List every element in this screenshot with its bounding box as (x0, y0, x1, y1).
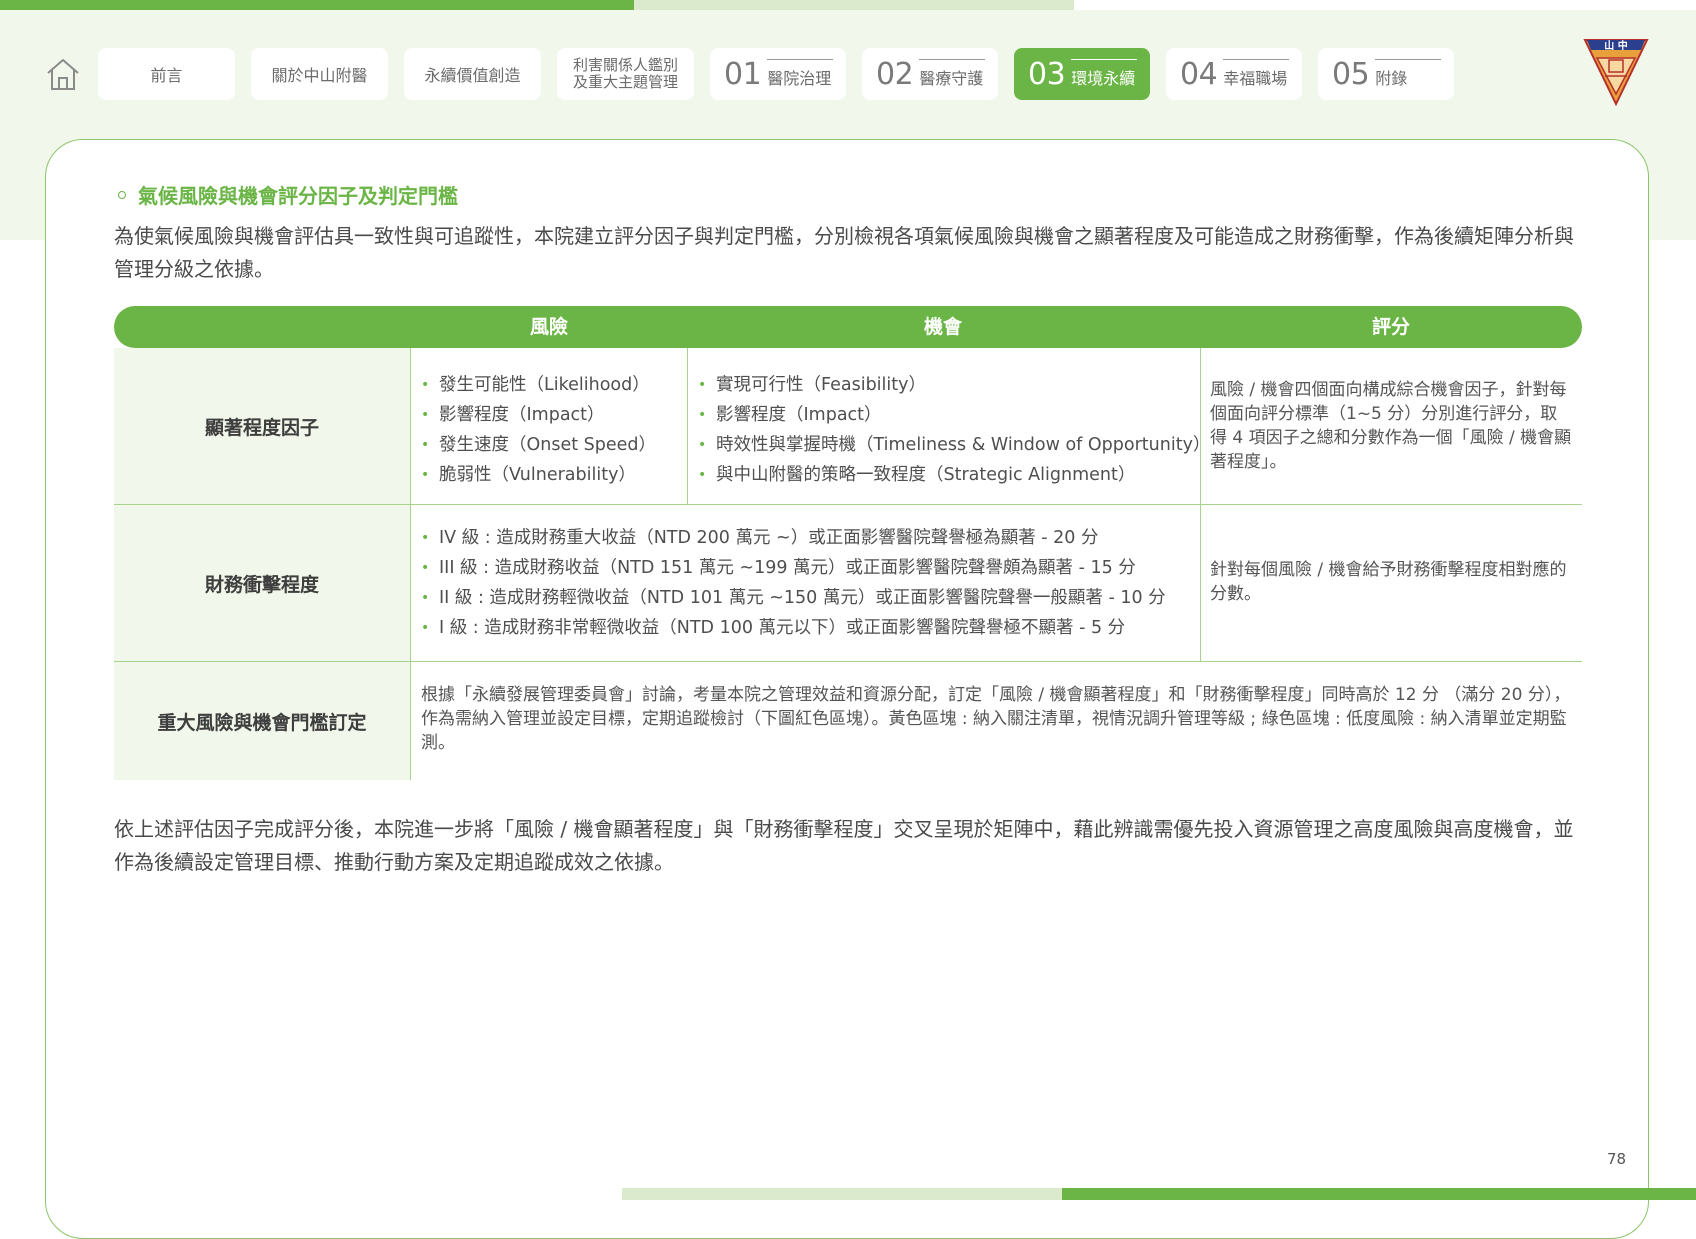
row-label: 顯著程度因子 (114, 348, 411, 504)
list-item: 實現可行性（Feasibility） (698, 370, 1200, 400)
hospital-logo[interactable]: 山 中 (1583, 36, 1649, 106)
home-button[interactable] (44, 54, 82, 94)
chapter-nav: 前言 關於中山附醫 永續價值創造 利害關係人鑑別 及重大主題管理 01 醫院治理… (44, 48, 1470, 100)
table-row: 重大風險與機會門檻訂定 根據「永續發展管理委員會」討論，考量本院之管理效益和資源… (114, 662, 1582, 780)
outro-paragraph: 依上述評估因子完成評分後，本院進一步將「風險 / 機會顯著程度」與「財務衝擊程度… (114, 817, 1574, 874)
score-note: 風險 / 機會四個面向構成綜合機會因子，針對每個面向評分標準（1~5 分）分別進… (1210, 380, 1572, 472)
top-accent-bar (0, 0, 634, 10)
tab-chapter-02[interactable]: 02 醫療守護 (862, 48, 998, 100)
tab-sustainable-value[interactable]: 永續價值創造 (404, 48, 541, 100)
table-row: 顯著程度因子 發生可能性（Likelihood） 影響程度（Impact） 發生… (114, 348, 1582, 505)
tab-rule (767, 59, 834, 60)
list-item: II 級 : 造成財務輕微收益（NTD 101 萬元 ~150 萬元）或正面影響… (421, 583, 1200, 613)
tab-label: 環境永續 (1071, 69, 1136, 88)
tab-rule (1223, 59, 1290, 60)
logo-text: 山 中 (1604, 39, 1627, 52)
tab-about[interactable]: 關於中山附醫 (251, 48, 388, 100)
list-item: 發生速度（Onset Speed） (421, 430, 687, 460)
tab-chapter-04[interactable]: 04 幸福職場 (1166, 48, 1302, 100)
section-heading: 氣候風險與機會評分因子及判定門檻 (118, 180, 458, 209)
opportunity-factors-cell: 實現可行性（Feasibility） 影響程度（Impact） 時效性與掌握時機… (688, 348, 1210, 504)
tab-label: 附錄 (1375, 69, 1408, 88)
risk-factors-cell: 發生可能性（Likelihood） 影響程度（Impact） 發生速度（Onse… (411, 348, 688, 504)
top-accent-bar-light (634, 0, 1074, 10)
tab-chapter-01[interactable]: 01 醫院治理 (710, 48, 846, 100)
list-item: IV 級 : 造成財務重大收益（NTD 200 萬元 ~）或正面影響醫院聲譽極為… (421, 523, 1200, 553)
bullet-circle-icon (118, 190, 126, 199)
tab-rule (1375, 59, 1442, 60)
table-row: 財務衝擊程度 IV 級 : 造成財務重大收益（NTD 200 萬元 ~）或正面影… (114, 505, 1582, 662)
tab-preface[interactable]: 前言 (98, 48, 235, 100)
tab-label: 關於中山附醫 (271, 66, 368, 85)
home-icon (47, 59, 79, 90)
financial-levels-cell: IV 級 : 造成財務重大收益（NTD 200 萬元 ~）或正面影響醫院聲譽極為… (411, 505, 1201, 661)
header-risk: 風險 (530, 316, 569, 338)
list-item: 時效性與掌握時機（Timeliness & Window of Opportun… (698, 430, 1210, 460)
tab-label: 前言 (150, 66, 183, 85)
tab-label-line1: 利害關係人鑑別 (572, 56, 678, 74)
tab-rule (919, 59, 986, 60)
score-note: 針對每個風險 / 機會給予財務衝擊程度相對應的分數。 (1210, 560, 1567, 604)
tab-stakeholders[interactable]: 利害關係人鑑別 及重大主題管理 (557, 48, 694, 100)
bottom-accent-bar-light (622, 1188, 1062, 1200)
tab-number: 01 (724, 56, 762, 92)
tab-number: 02 (876, 56, 914, 92)
tab-number: 03 (1028, 56, 1066, 92)
threshold-text: 根據「永續發展管理委員會」討論，考量本院之管理效益和資源分配，訂定「風險 / 機… (421, 685, 1571, 753)
tab-label-line2: 及重大主題管理 (572, 73, 678, 91)
tab-rule (1071, 59, 1138, 60)
list-item: I 級 : 造成財務非常輕微收益（NTD 100 萬元以下）或正面影響醫院聲譽極… (421, 613, 1200, 643)
tab-label: 醫療守護 (919, 69, 984, 88)
tab-chapter-05[interactable]: 05 附錄 (1318, 48, 1454, 100)
tab-label: 幸福職場 (1223, 69, 1288, 88)
section-title: 氣候風險與機會評分因子及判定門檻 (138, 184, 458, 208)
tab-label: 永續價值創造 (424, 66, 521, 85)
bottom-accent-bar (1062, 1188, 1696, 1200)
header-opportunity: 機會 (924, 316, 963, 338)
list-item: III 級 : 造成財務收益（NTD 151 萬元 ~199 萬元）或正面影響醫… (421, 553, 1200, 583)
tab-label: 醫院治理 (767, 69, 832, 88)
tab-number: 04 (1180, 56, 1218, 92)
intro-paragraph: 為使氣候風險與機會評估具一致性與可追蹤性，本院建立評分因子與判定門檻，分別檢視各… (114, 224, 1574, 281)
list-item: 脆弱性（Vulnerability） (421, 460, 687, 490)
list-item: 與中山附醫的策略一致程度（Strategic Alignment） (698, 460, 1200, 490)
tab-chapter-03[interactable]: 03 環境永續 (1014, 48, 1150, 100)
header-score: 評分 (1372, 316, 1411, 338)
list-item: 影響程度（Impact） (698, 400, 1200, 430)
table-header: 風險 機會 評分 (114, 306, 1582, 348)
page-number: 78 (1607, 1150, 1627, 1168)
tab-number: 05 (1332, 56, 1370, 92)
row-label: 財務衝擊程度 (114, 505, 411, 661)
list-item: 發生可能性（Likelihood） (421, 370, 687, 400)
list-item: 影響程度（Impact） (421, 400, 687, 430)
row-label: 重大風險與機會門檻訂定 (114, 662, 411, 780)
